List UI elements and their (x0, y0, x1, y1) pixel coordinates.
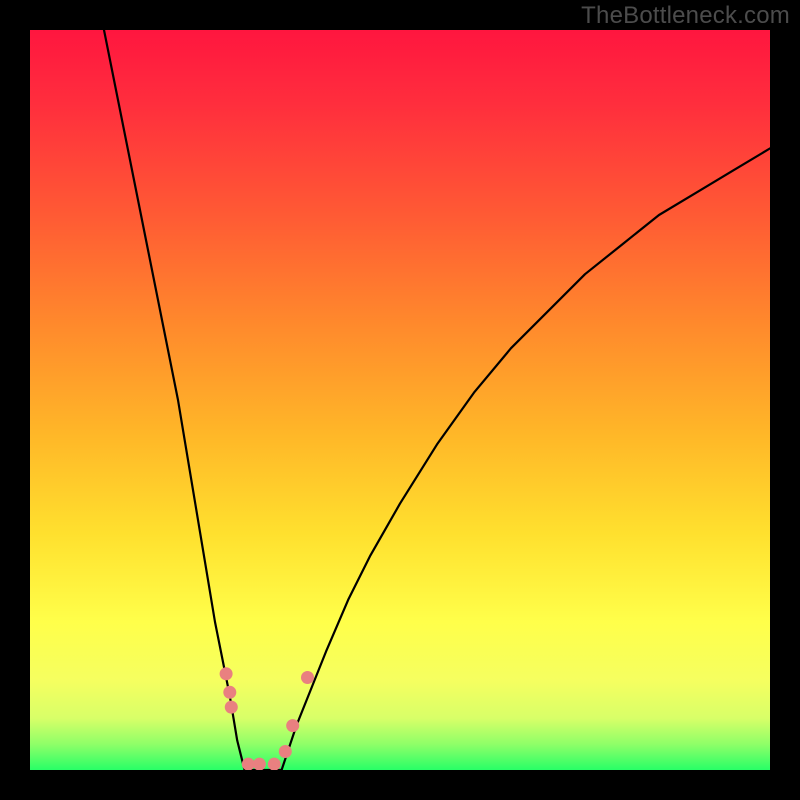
marker-point (223, 686, 236, 699)
marker-point (242, 758, 255, 770)
plot-outer (30, 30, 770, 770)
marker-point (268, 758, 281, 770)
plot-svg (30, 30, 770, 770)
marker-point (225, 701, 238, 714)
marker-point (279, 745, 292, 758)
watermark-text: TheBottleneck.com (581, 2, 790, 30)
gradient-background (30, 30, 770, 770)
marker-point (220, 667, 233, 680)
marker-point (286, 719, 299, 732)
marker-point (253, 758, 266, 770)
chart-frame: TheBottleneck.com (0, 0, 800, 800)
marker-point (301, 671, 314, 684)
